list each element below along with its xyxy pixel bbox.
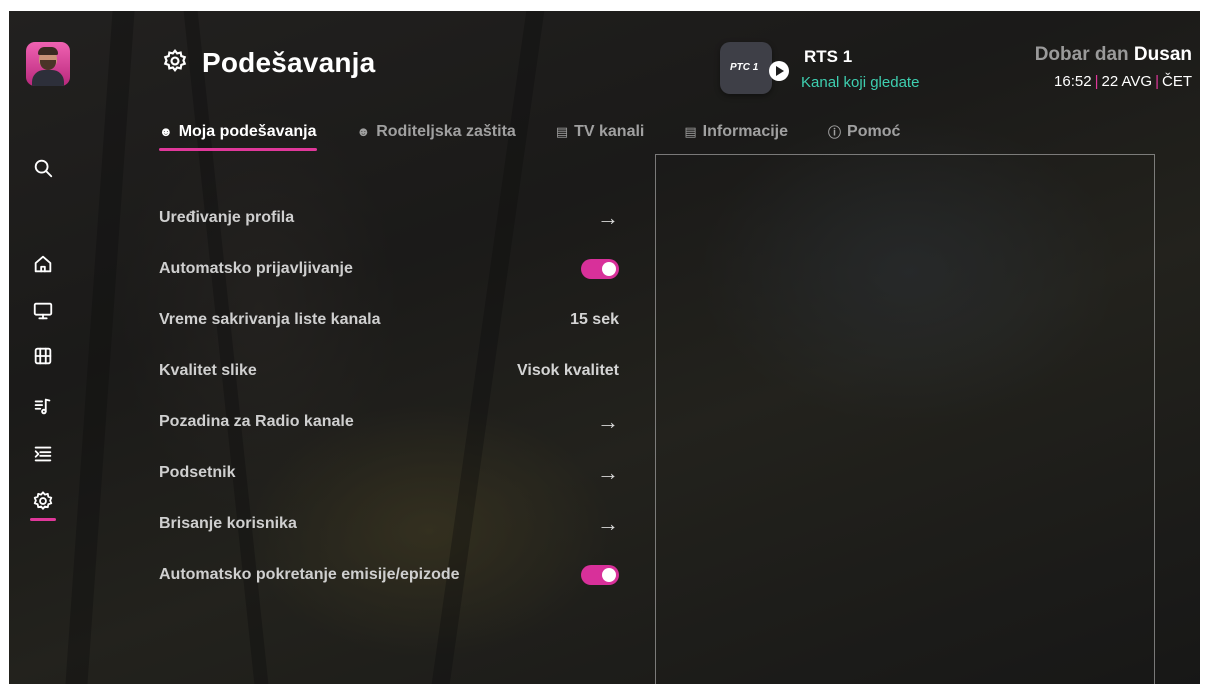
tab-moja-podesavanja[interactable]: ☻ Moja podešavanja — [159, 123, 317, 151]
tab-label: Informacije — [702, 122, 789, 140]
setting-row-podsetnik[interactable]: Podsetnik → — [159, 447, 619, 498]
tab-tv-kanali[interactable]: ▤ TV kanali — [556, 123, 645, 151]
setting-label: Vreme sakrivanja liste kanala — [159, 310, 381, 328]
arrow-right-icon: → — [597, 459, 619, 485]
arrow-right-icon: → — [597, 510, 619, 536]
user-name: Dusan — [1133, 44, 1192, 65]
setting-row-uredjivanje-profila[interactable]: Uređivanje profila → — [159, 192, 619, 243]
film-icon[interactable] — [31, 344, 55, 368]
separator: | — [1094, 73, 1099, 90]
tab-roditeljska-zastita[interactable]: ☻ Roditeljska zaštita — [357, 123, 516, 151]
tab-informacije[interactable]: ▤ Informacije — [684, 123, 788, 151]
channel-logo[interactable]: PTC 1 — [720, 42, 772, 94]
setting-row-pozadina-radio[interactable]: Pozadina za Radio kanale → — [159, 396, 619, 447]
tab-label: TV kanali — [574, 122, 645, 140]
setting-row-vreme-sakrivanja[interactable]: Vreme sakrivanja liste kanala 15 sek — [159, 294, 619, 345]
guide-icon[interactable] — [31, 442, 55, 466]
separator: | — [1155, 73, 1159, 90]
channel-subtitle: Kanal koji gledate — [801, 74, 920, 91]
greeting: Dobar dan Dusan — [1035, 44, 1192, 66]
channel-logo-text: PTC 1 — [730, 62, 759, 73]
setting-row-kvalitet-slike[interactable]: Kvalitet slike Visok kvalitet — [159, 345, 619, 396]
search-icon[interactable] — [31, 156, 55, 180]
gear-icon[interactable] — [31, 489, 55, 513]
setting-label: Pozadina za Radio kanale — [159, 412, 354, 430]
home-icon[interactable] — [31, 252, 55, 276]
tv-icon[interactable] — [31, 299, 55, 323]
arrow-right-icon: → — [597, 408, 619, 434]
setting-row-brisanje-korisnika[interactable]: Brisanje korisnika → — [159, 498, 619, 549]
users-icon: ☻ — [159, 124, 173, 139]
tv-screen: Podešavanja PTC 1 RTS 1 Kanal koji gleda… — [9, 11, 1200, 684]
tab-label: Roditeljska zaštita — [376, 122, 516, 140]
tab-pomoc[interactable]: ⓘ Pomoć — [828, 122, 900, 151]
users-icon: ☻ — [356, 124, 371, 139]
setting-label: Brisanje korisnika — [159, 514, 297, 532]
setting-value: 15 sek — [570, 310, 619, 328]
setting-label: Podsetnik — [159, 463, 236, 481]
toggle-switch[interactable] — [581, 564, 619, 585]
gear-icon — [162, 48, 188, 79]
settings-tabs: ☻ Moja podešavanja ☻ Roditeljska zaštita… — [159, 122, 940, 151]
active-rail-indicator — [30, 518, 56, 521]
preview-panel — [655, 154, 1155, 684]
setting-row-automatsko-prijavljivanje[interactable]: Automatsko prijavljivanje — [159, 243, 619, 294]
setting-value: Visok kvalitet — [517, 361, 619, 379]
clock-date: 22 AVG — [1101, 73, 1153, 90]
help-icon: ⓘ — [828, 125, 842, 140]
tab-label: Moja podešavanja — [178, 122, 317, 140]
arrow-right-icon: → — [597, 204, 619, 230]
setting-label: Uređivanje profila — [159, 208, 295, 226]
setting-label: Automatsko prijavljivanje — [159, 259, 353, 277]
list-icon: ▤ — [555, 123, 569, 139]
setting-label: Automatsko pokretanje emisije/epizode — [159, 565, 460, 583]
settings-list: Uređivanje profila → Automatsko prijavlj… — [159, 192, 619, 600]
setting-label: Kvalitet slike — [159, 361, 257, 379]
clock-time: 16:52 — [1054, 73, 1092, 90]
avatar[interactable] — [26, 42, 70, 86]
play-icon[interactable] — [769, 61, 789, 81]
channel-name: RTS 1 — [804, 47, 853, 66]
greeting-prefix: Dobar dan — [1034, 44, 1129, 65]
setting-row-automatsko-pokretanje[interactable]: Automatsko pokretanje emisije/epizode — [159, 549, 619, 600]
doc-icon: ▤ — [684, 123, 697, 139]
page-header: Podešavanja — [162, 47, 375, 79]
toggle-switch[interactable] — [581, 258, 619, 279]
radio-icon[interactable] — [31, 394, 55, 418]
clock-day: ČET — [1162, 73, 1192, 90]
date-time: 16:52 | 22 AVG | ČET — [1054, 73, 1192, 90]
page-title: Podešavanja — [202, 47, 376, 78]
tab-label: Pomoć — [847, 122, 901, 140]
